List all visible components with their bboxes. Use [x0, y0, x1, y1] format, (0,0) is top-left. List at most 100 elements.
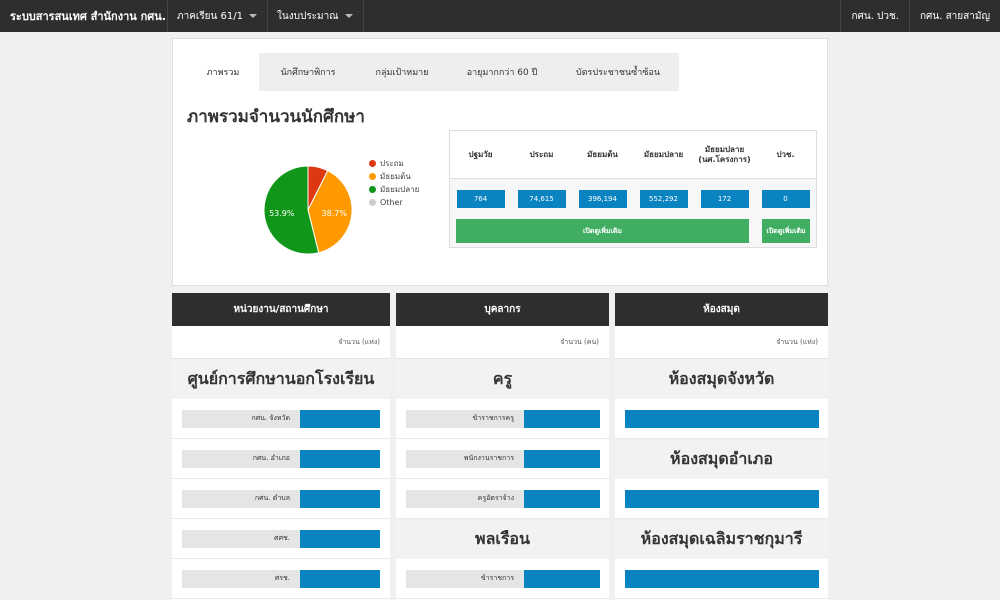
row-label: ข้าราชการ	[406, 569, 524, 588]
stat-value-badge: 552,292	[639, 190, 688, 208]
view-more-vocational-button[interactable]: เปิดดูเพิ่มเติม	[762, 219, 810, 243]
row-label: ครูอัตราจ้าง	[406, 489, 524, 508]
legend-swatch	[369, 199, 376, 206]
term-dropdown[interactable]: ภาคเรียน 61/1	[168, 0, 269, 32]
list-item[interactable]: พนักงานราชการ	[396, 439, 609, 479]
chart-legend: ประถมมัธยมต้นมัธยมปลาย Other	[369, 157, 419, 209]
section-title: ครู	[396, 359, 609, 399]
section-title: ห้องสมุดอำเภอ	[615, 439, 828, 479]
stats-table: ปฐมวัย ประถม มัธยมต้น มัธยมปลาย มัธยมปลา…	[449, 130, 817, 248]
section-title: ห้องสมุดเฉลิมราชกุมารี	[615, 519, 828, 559]
legend-item[interactable]: มัธยมต้น	[369, 170, 419, 183]
value-bar	[300, 449, 380, 468]
tab-duplicate-id[interactable]: บัตรประชาชนซ้ำซ้อน	[557, 53, 679, 91]
stat-value-badge: 0	[761, 190, 810, 208]
list-item[interactable]: ศศช.	[172, 519, 390, 559]
row-label: พนักงานราชการ	[406, 449, 524, 468]
list-item[interactable]	[615, 479, 828, 519]
value-bar	[300, 569, 380, 588]
list-item[interactable]: กศน. อำเภอ	[172, 439, 390, 479]
tab-target-groups[interactable]: กลุ่มเป้าหมาย	[357, 53, 447, 91]
top-navbar: ระบบสารสนเทศ สำนักงาน กศน. ภาคเรียน 61/1…	[0, 0, 1000, 32]
row-label: ข้าราชการครู	[406, 409, 524, 428]
legend-swatch	[369, 173, 376, 180]
list-item[interactable]	[615, 559, 828, 599]
section-title: ห้องสมุดจังหวัด	[615, 359, 828, 399]
page-title: ภาพรวมจำนวนนักศึกษา	[187, 107, 365, 127]
pie-slice-label: 38.7%	[322, 209, 348, 218]
chevron-down-icon	[344, 14, 353, 18]
tab-overview[interactable]: ภาพรวม	[187, 53, 259, 91]
value-bar	[524, 489, 600, 508]
tab-bar: ภาพรวม นักศึกษาพิการ กลุ่มเป้าหมาย อายุม…	[187, 53, 679, 91]
panel-unit-label: จำนวน (แห่ง)	[615, 326, 828, 359]
legend-label: มัธยมปลาย	[380, 185, 420, 194]
list-item[interactable]: กศน. จังหวัด	[172, 399, 390, 439]
units-panel: หน่วยงาน/สถานศึกษา จำนวน (แห่ง) ศูนย์การ…	[172, 293, 390, 600]
row-label: กศน. อำเภอ	[182, 449, 300, 468]
legend-label: Other	[380, 198, 403, 207]
budget-dropdown[interactable]: ในงบประมาณ	[268, 0, 364, 32]
panel-title: บุคลากร	[396, 293, 609, 326]
legend-swatch	[369, 160, 376, 167]
row-label: ศรช.	[182, 569, 300, 588]
value-bar	[300, 489, 380, 508]
stats-header: มัธยมปลาย (นศ.โครงการ)	[698, 144, 751, 164]
panel-title: หน่วยงาน/สถานศึกษา	[172, 293, 390, 326]
stat-value-badge: 764	[456, 190, 505, 208]
stats-value-row: 764 74,615 396,194 552,292 172 0	[450, 179, 816, 219]
stats-header: มัธยมต้น	[587, 149, 618, 159]
pie-chart: 38.7% 53.9%	[263, 165, 353, 255]
term-dropdown-label: ภาคเรียน 61/1	[177, 10, 244, 22]
value-bar	[300, 409, 380, 428]
legend-item[interactable]: มัธยมปลาย	[369, 183, 419, 196]
overview-card: ภาพรวม นักศึกษาพิการ กลุ่มเป้าหมาย อายุม…	[172, 38, 828, 286]
stat-value-badge: 172	[700, 190, 749, 208]
nav-link-vocational[interactable]: กศน. ปวช.	[840, 0, 909, 32]
value-bar	[625, 489, 819, 508]
row-label: ศศช.	[182, 529, 300, 548]
budget-dropdown-label: ในงบประมาณ	[277, 10, 339, 22]
legend-label: มัธยมต้น	[380, 172, 411, 181]
staff-panel: บุคลากร จำนวน (คน) ครู ข้าราชการครู พนัก…	[396, 293, 609, 600]
value-bar	[524, 449, 600, 468]
list-item[interactable]: ครูอัตราจ้าง	[396, 479, 609, 519]
tab-disabled-students[interactable]: นักศึกษาพิการ	[259, 53, 357, 91]
row-label: กศน. จังหวัด	[182, 409, 300, 428]
tab-over-60[interactable]: อายุมากกว่า 60 ปี	[447, 53, 557, 91]
legend-item[interactable]: Other	[369, 196, 419, 209]
section-title: ศูนย์การศึกษานอกโรงเรียน	[172, 359, 390, 399]
section-title: พลเรือน	[396, 519, 609, 559]
nav-link-general[interactable]: กศน. สายสามัญ	[908, 0, 1000, 32]
chevron-down-icon	[249, 14, 258, 18]
nav-right-links: กศน. ปวช. กศน. สายสามัญ	[840, 0, 1000, 32]
value-bar	[625, 409, 819, 428]
stat-value-badge: 396,194	[578, 190, 627, 208]
list-item[interactable]: ศรช.	[172, 559, 390, 599]
list-item[interactable]	[615, 399, 828, 439]
view-more-button[interactable]: เปิดดูเพิ่มเติม	[456, 219, 749, 243]
panel-unit-label: จำนวน (คน)	[396, 326, 609, 359]
pie-slice-label: 53.9%	[269, 209, 295, 218]
stats-header: ปวช.	[776, 149, 795, 159]
row-label: กศน. ตำบล	[182, 489, 300, 508]
value-bar	[625, 569, 819, 588]
list-item[interactable]: กศน. ตำบล	[172, 479, 390, 519]
panel-title: ห้องสมุด	[615, 293, 828, 326]
list-item[interactable]: ข้าราชการ	[396, 559, 609, 599]
stats-header: ปฐมวัย	[468, 149, 493, 159]
value-bar	[524, 569, 600, 588]
stats-header: มัธยมปลาย	[643, 149, 684, 159]
value-bar	[300, 529, 380, 548]
app-brand[interactable]: ระบบสารสนเทศ สำนักงาน กศน.	[0, 0, 168, 32]
legend-item[interactable]: ประถม	[369, 157, 419, 170]
list-item[interactable]: ข้าราชการครู	[396, 399, 609, 439]
value-bar	[524, 409, 600, 428]
panel-unit-label: จำนวน (แห่ง)	[172, 326, 390, 359]
library-panel: ห้องสมุด จำนวน (แห่ง) ห้องสมุดจังหวัด ห้…	[615, 293, 828, 600]
stats-header-row: ปฐมวัย ประถม มัธยมต้น มัธยมปลาย มัธยมปลา…	[450, 131, 816, 179]
legend-label: ประถม	[380, 159, 404, 168]
legend-swatch	[369, 186, 376, 193]
stats-header: ประถม	[529, 149, 554, 159]
stat-value-badge: 74,615	[517, 190, 566, 208]
